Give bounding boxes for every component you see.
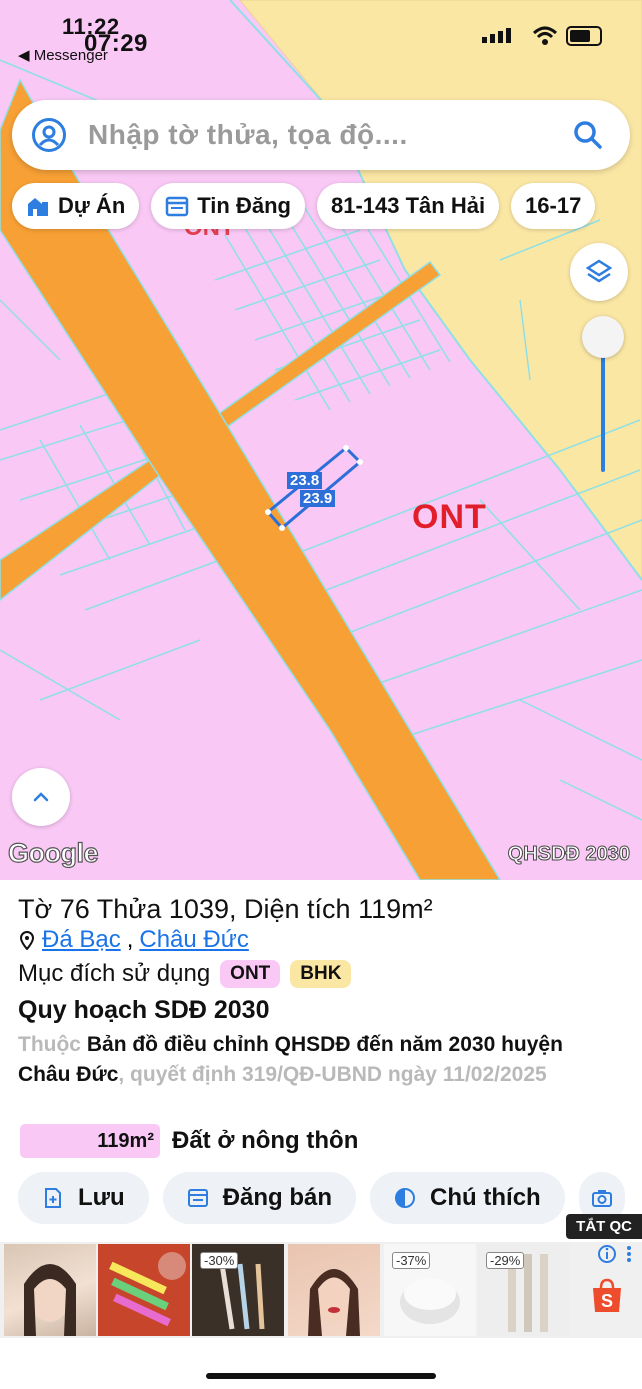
parcel-location: Đá Bạc, Châu Đức <box>18 926 249 954</box>
parcel-title: Tờ 76 Thửa 1039, Diện tích 119m² <box>18 894 433 924</box>
location-pin-icon <box>19 931 35 950</box>
ad-product-image[interactable]: -37% <box>384 1244 476 1336</box>
map-view[interactable]: ONT ONT 23.8 23.9 11:22 07:29 ◀ Messenge… <box>0 0 642 880</box>
parcel-dimension: 23.9 <box>300 490 336 507</box>
ad-product-image[interactable] <box>98 1244 190 1336</box>
legend-button[interactable]: Chú thích <box>370 1172 565 1224</box>
contrast-icon <box>395 1188 416 1208</box>
discount-badge: -30% <box>200 1252 239 1269</box>
opacity-slider-track[interactable] <box>601 338 605 472</box>
back-to-app-link[interactable]: ◀ Messenger <box>18 46 108 64</box>
layers-button[interactable] <box>570 243 628 301</box>
chip-recent-search[interactable]: 81-143 Tân Hải <box>316 183 500 229</box>
layers-icon <box>585 259 613 283</box>
zone-label: ONT <box>412 498 487 536</box>
layer-badge: QHSDĐ 2030 <box>507 843 630 866</box>
google-logo: Google <box>7 837 99 868</box>
post-sale-button[interactable]: Đăng bán <box>162 1172 357 1224</box>
action-bar: Lưu Đăng bán Chú thích <box>18 1172 625 1224</box>
chip-label: 81-143 Tân Hải <box>330 193 486 218</box>
discount-badge: -37% <box>392 1252 431 1269</box>
ad-banner[interactable]: -30% -37% -29% S <box>0 1242 642 1338</box>
ad-product-image[interactable] <box>288 1244 380 1336</box>
ad-product-image[interactable]: -29% <box>478 1244 570 1336</box>
district-link[interactable]: Châu Đức <box>139 926 248 954</box>
chip-du-an[interactable]: Dự Án <box>12 183 140 229</box>
plan-title: Quy hoạch SDĐ 2030 <box>18 996 270 1024</box>
wifi-icon <box>532 26 558 45</box>
purpose-tag[interactable]: BHK <box>290 960 352 988</box>
legend-text: Đất ở nông thôn <box>172 1127 359 1154</box>
magnifier-icon[interactable] <box>566 113 610 157</box>
close-ads-button[interactable]: TẮT QC <box>566 1214 642 1239</box>
search-bar[interactable]: Nhập tờ thửa, tọa độ.... <box>12 100 630 170</box>
camera-icon <box>591 1190 612 1207</box>
post-sale-icon <box>187 1189 208 1207</box>
purpose-tag[interactable]: ONT <box>220 960 281 988</box>
save-plus-icon <box>45 1188 61 1208</box>
parcel-dimension: 23.8 <box>287 472 323 489</box>
land-use-legend: 119m² Đất ở nông thôn <box>20 1124 358 1158</box>
search-input[interactable]: Nhập tờ thửa, tọa độ.... <box>88 119 566 151</box>
home-indicator[interactable] <box>206 1373 436 1379</box>
product-photo <box>109 1252 186 1327</box>
listing-icon <box>166 196 189 217</box>
legend-swatch: 119m² <box>20 1124 160 1158</box>
building-icon <box>28 198 48 216</box>
parcel-info-panel: Tờ 76 Thửa 1039, Diện tích 119m² Đá Bạc,… <box>0 880 642 1389</box>
ad-product-image[interactable]: -30% <box>192 1244 284 1336</box>
chip-label: 16-17 <box>525 193 582 218</box>
chip-recent-search[interactable]: 16-17 <box>511 183 596 229</box>
expand-panel-button[interactable] <box>12 768 70 826</box>
chip-tin-dang[interactable]: Tin Đăng <box>151 183 305 229</box>
product-photo <box>24 1264 76 1336</box>
product-photo <box>308 1269 360 1336</box>
battery-icon <box>566 26 602 46</box>
more-options-icon[interactable] <box>625 1244 633 1264</box>
commune-link[interactable]: Đá Bạc <box>42 926 121 954</box>
quick-chips: Dự Án Tin Đăng 81-143 Tân Hải 16-17 <box>12 183 596 229</box>
land-use-purpose: Mục đích sử dụng ONT BHK <box>18 960 352 988</box>
ad-product-image[interactable] <box>4 1244 96 1336</box>
user-circle-icon[interactable] <box>32 118 66 152</box>
status-icons <box>480 26 602 46</box>
opacity-slider-handle[interactable] <box>582 316 624 358</box>
discount-badge: -29% <box>486 1252 525 1269</box>
cellular-signal-icon <box>482 28 511 43</box>
chevron-up-icon <box>33 792 49 802</box>
ad-info-icon[interactable] <box>597 1244 617 1264</box>
shopee-icon[interactable]: S <box>590 1278 624 1314</box>
chip-label: Dự Án <box>58 193 126 218</box>
chip-label: Tin Đăng <box>197 193 291 218</box>
save-button[interactable]: Lưu <box>18 1172 149 1224</box>
plan-description: Thuộc Bản đồ điều chỉnh QHSDĐ đến năm 20… <box>18 1033 563 1086</box>
svg-text:S: S <box>601 1291 613 1311</box>
